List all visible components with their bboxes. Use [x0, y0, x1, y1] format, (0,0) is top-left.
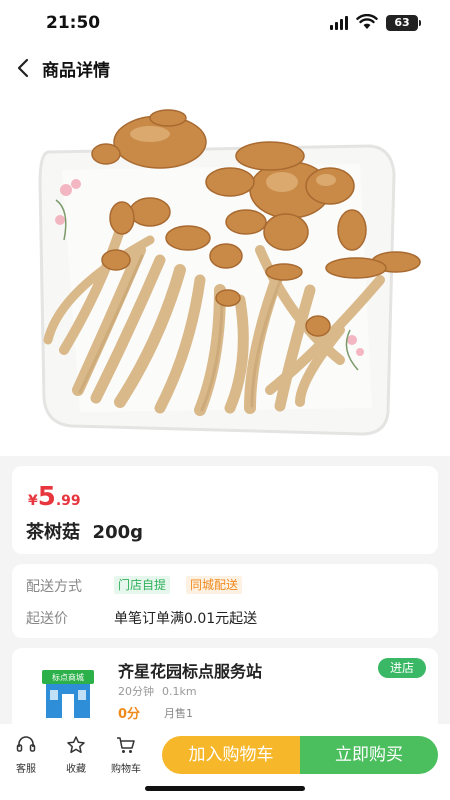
cart-label: 购物车 [111, 764, 141, 775]
local-delivery-tag: 同城配送 [186, 576, 243, 594]
status-bar: 21:50 63 [0, 0, 450, 46]
store-name[interactable]: 齐星花园标点服务站 [118, 658, 262, 682]
pickup-tag: 门店自提 [114, 576, 171, 594]
min-order-text: 单笔订单满0.01元起送 [114, 611, 258, 627]
price-decimal: .99 [55, 493, 81, 509]
store-logo-sign: 标点商城 [52, 672, 84, 682]
store-meta: 20分钟 0.1km [118, 683, 205, 699]
page-title: 商品详情 [42, 61, 110, 81]
customer-service-button[interactable]: 客服 [6, 736, 46, 775]
star-icon [67, 736, 85, 754]
min-order-label: 起送价 [26, 611, 68, 627]
wifi-icon [356, 14, 378, 29]
shopping-cart-icon [117, 737, 135, 753]
price-card: ¥5.99 茶树菇 200g [12, 466, 438, 554]
product-spec: 200g [92, 522, 144, 543]
delivery-time: 20分钟 [118, 685, 154, 698]
delivery-card: 配送方式 门店自提 同城配送 起送价 单笔订单满0.01元起送 [12, 564, 438, 638]
buy-now-button[interactable]: 立即购买 [300, 736, 438, 774]
service-label: 客服 [16, 764, 36, 775]
product-image [38, 109, 421, 436]
store-logo-icon: 标点商城 [42, 670, 94, 718]
store-score: 0分 [118, 707, 141, 722]
battery-icon: 63 [386, 15, 421, 31]
product-price: ¥5.99 [28, 482, 81, 512]
enter-store-button[interactable]: 进店 [378, 658, 426, 678]
product-name: 茶树菇 200g [26, 518, 143, 544]
add-to-cart-button[interactable]: 加入购物车 [162, 736, 300, 774]
navigation-bar: 商品详情 [0, 46, 450, 90]
status-time: 21:50 [46, 13, 101, 33]
cart-button[interactable]: 购物车 [106, 736, 146, 775]
cellular-signal-icon [330, 16, 348, 30]
favorite-label: 收藏 [66, 764, 86, 775]
product-title: 茶树菇 [26, 522, 80, 543]
store-distance: 0.1km [162, 685, 197, 698]
product-image-carousel[interactable] [0, 90, 450, 456]
price-integer: 5 [37, 482, 56, 512]
chevron-left-icon [17, 58, 29, 78]
store-card[interactable]: 标点商城 齐星花园标点服务站 进店 20分钟 0.1km 0分 月售1 [12, 648, 438, 728]
price-currency: ¥ [28, 493, 38, 509]
monthly-sales: 月售1 [164, 707, 193, 720]
delivery-method-label: 配送方式 [26, 579, 82, 595]
back-button[interactable] [8, 50, 38, 86]
home-indicator[interactable] [145, 786, 305, 791]
favorite-button[interactable]: 收藏 [56, 736, 96, 775]
headset-icon [16, 736, 36, 752]
